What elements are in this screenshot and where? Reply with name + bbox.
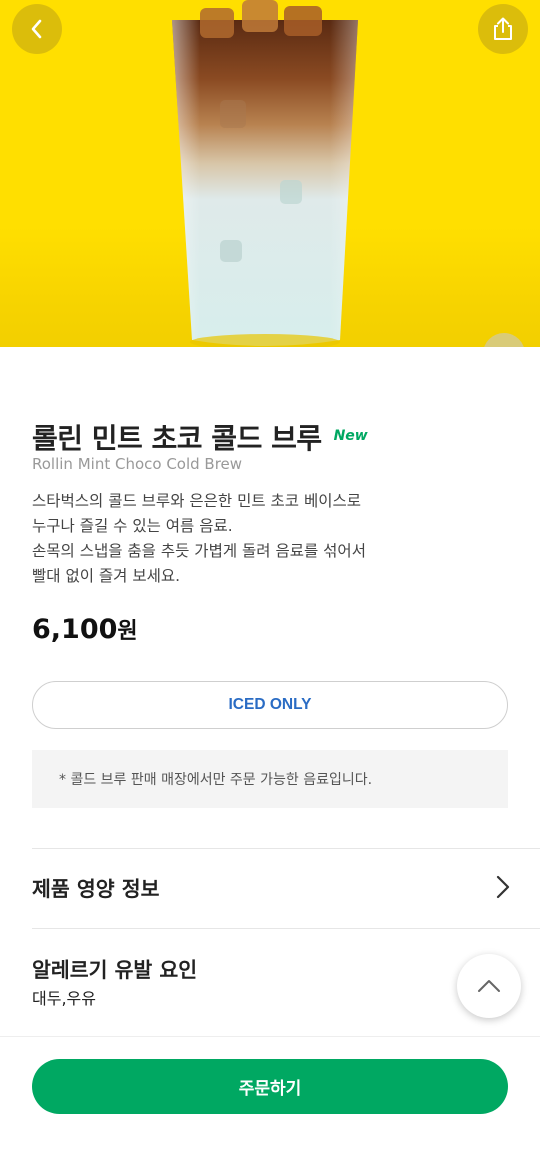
divider bbox=[32, 928, 540, 929]
product-title: 롤린 민트 초코 콜드 브루 bbox=[32, 422, 322, 455]
description-line: 스타벅스의 콜드 브루와 은은한 민트 초코 베이스로 bbox=[32, 492, 362, 510]
price-unit: 원 bbox=[117, 619, 138, 644]
description-line: 누구나 즐길 수 있는 여름 음료. bbox=[32, 517, 233, 535]
product-price: 6,100원 bbox=[32, 613, 138, 645]
description-line: 빨대 없이 즐겨 보세요. bbox=[32, 567, 181, 585]
allergen-title: 알레르기 유발 요인 bbox=[32, 958, 198, 982]
back-button[interactable] bbox=[12, 4, 62, 54]
iced-drink-glass-image bbox=[172, 0, 358, 347]
share-icon bbox=[494, 17, 512, 40]
new-badge: New bbox=[333, 428, 368, 444]
availability-notice: * 콜드 브루 판매 매장에서만 주문 가능한 음료입니다. bbox=[32, 750, 508, 808]
product-description: 스타벅스의 콜드 브루와 은은한 민트 초코 베이스로 누구나 즐길 수 있는 … bbox=[32, 489, 492, 589]
product-hero-image bbox=[0, 0, 540, 347]
allergen-values: 대두,우유 bbox=[32, 989, 96, 1008]
scroll-to-top-button[interactable] bbox=[457, 954, 521, 1018]
back-arrow-icon bbox=[31, 19, 42, 39]
chevron-right-icon[interactable] bbox=[492, 874, 514, 900]
product-detail: 롤린 민트 초코 콜드 브루 New Rollin Mint Choco Col… bbox=[0, 347, 540, 1152]
product-english-name: Rollin Mint Choco Cold Brew bbox=[32, 455, 243, 473]
iced-only-option[interactable]: ICED ONLY bbox=[32, 681, 508, 729]
share-button[interactable] bbox=[478, 4, 528, 54]
chevron-up-icon bbox=[478, 980, 500, 992]
nutrition-info-link[interactable]: 제품 영양 정보 bbox=[32, 872, 159, 902]
title-row: 롤린 민트 초코 콜드 브루 New bbox=[32, 417, 368, 457]
description-line: 손목의 스냅을 춤을 추듯 가볍게 돌려 음료를 섞어서 bbox=[32, 542, 366, 560]
divider bbox=[32, 848, 540, 849]
order-footer: 주문하기 bbox=[0, 1036, 540, 1152]
notice-text: * 콜드 브루 판매 매장에서만 주문 가능한 음료입니다. bbox=[59, 772, 373, 788]
order-button[interactable]: 주문하기 bbox=[32, 1059, 508, 1114]
price-amount: 6,100 bbox=[32, 614, 118, 645]
